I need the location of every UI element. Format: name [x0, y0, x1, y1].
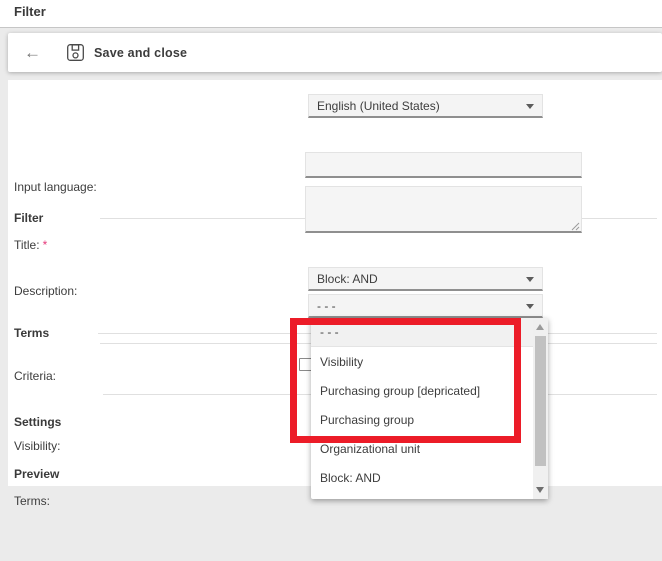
input-language-label: Input language:: [14, 180, 97, 194]
save-icon: [66, 43, 85, 62]
input-language-select[interactable]: English (United States): [308, 94, 543, 118]
criteria-label: Criteria:: [14, 369, 56, 383]
dropdown-option[interactable]: Block: AND: [311, 464, 533, 493]
dropdown-option[interactable]: Visibility: [311, 348, 533, 377]
save-button-label: Save and close: [94, 46, 187, 60]
save-and-close-button[interactable]: Save and close: [66, 43, 187, 62]
section-settings: Settings: [14, 415, 61, 429]
dropdown-option[interactable]: Purchasing group: [311, 406, 533, 435]
dropdown-scrollbar[interactable]: [533, 318, 548, 499]
description-textarea[interactable]: [305, 186, 582, 233]
block-select[interactable]: Block: AND: [308, 267, 543, 291]
dropdown-option[interactable]: Organizational unit: [311, 435, 533, 464]
block-select-value: Block: AND: [317, 272, 378, 286]
criteria-dropdown-list: - - - Visibility Purchasing group [depri…: [311, 318, 548, 499]
chevron-down-icon: [526, 304, 534, 309]
required-asterisk: *: [43, 238, 48, 252]
chevron-down-icon: [526, 104, 534, 109]
section-filter: Filter: [14, 211, 43, 225]
toolbar: ← Save and close: [8, 33, 662, 72]
dropdown-option[interactable]: Purchasing group [depricated]: [311, 377, 533, 406]
title-label: Title:*: [14, 238, 47, 252]
preview-terms-label: Terms:: [14, 494, 50, 508]
scroll-down-icon[interactable]: [536, 487, 544, 493]
section-terms: Terms: [14, 326, 49, 340]
input-language-value: English (United States): [317, 99, 440, 113]
dropdown-option[interactable]: - - -: [311, 318, 533, 347]
scrollbar-thumb[interactable]: [535, 336, 546, 466]
chevron-down-icon: [526, 277, 534, 282]
app-root: Filter ← Save and close Input language: …: [0, 0, 662, 561]
title-input[interactable]: [305, 152, 582, 178]
scroll-up-icon[interactable]: [536, 324, 544, 330]
criteria-select[interactable]: - - -: [308, 294, 543, 318]
section-preview: Preview: [14, 467, 59, 481]
visibility-label: Visibility:: [14, 439, 60, 453]
back-arrow-icon[interactable]: ←: [24, 44, 50, 61]
description-label: Description:: [14, 284, 77, 298]
page-title: Filter: [14, 4, 46, 19]
criteria-select-value: - - -: [317, 299, 336, 313]
page-header: Filter: [0, 0, 662, 28]
